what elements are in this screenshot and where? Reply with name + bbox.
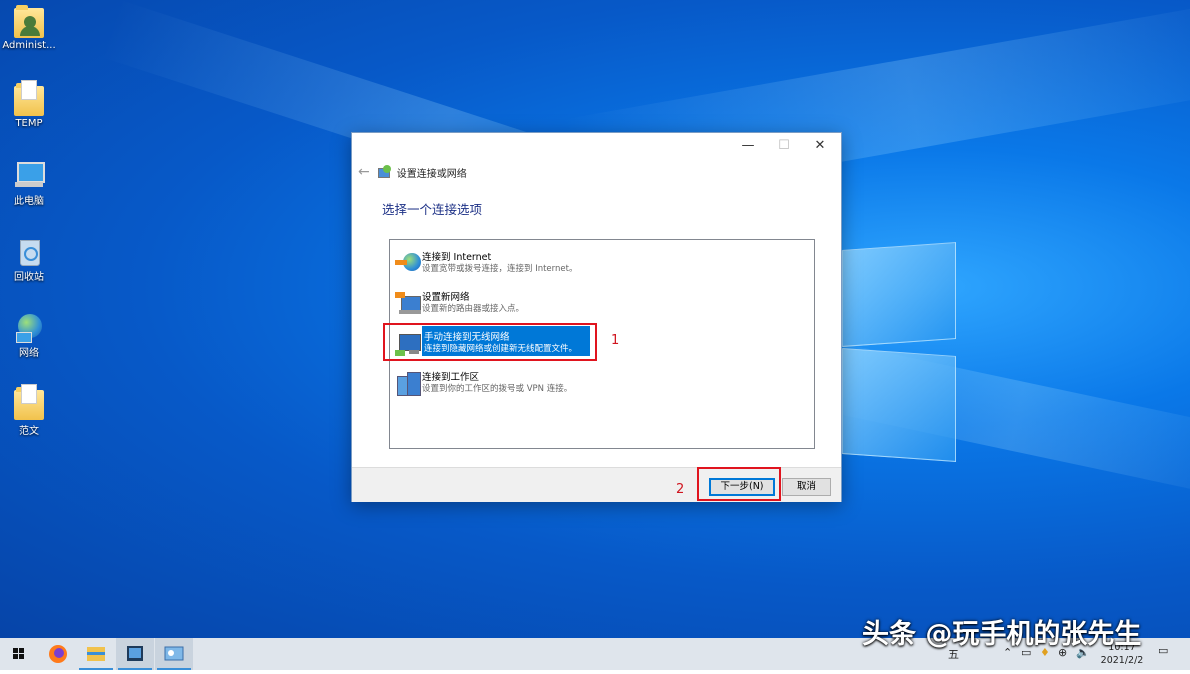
desktop-icon-fanwen[interactable]: 范文 bbox=[2, 384, 56, 437]
new-network-icon bbox=[395, 290, 421, 316]
taskbar-firefox[interactable] bbox=[39, 638, 77, 670]
desktop-icon-network[interactable]: 网络 bbox=[2, 312, 56, 359]
maximize-button[interactable]: ☐ bbox=[766, 135, 802, 157]
computer-icon bbox=[14, 160, 45, 190]
start-button[interactable] bbox=[0, 638, 38, 670]
watermark: 头条 @玩手机的张先生 bbox=[862, 619, 1142, 650]
app-window-icon bbox=[127, 646, 143, 661]
page-heading: 选择一个连接选项 bbox=[382, 202, 483, 217]
back-arrow-icon[interactable]: ← bbox=[358, 164, 370, 180]
option-new-network[interactable]: 设置新网络 设置新的路由器或接入点。 bbox=[393, 286, 811, 322]
cancel-button[interactable]: 取消 bbox=[782, 478, 831, 496]
network-globe-icon bbox=[14, 312, 44, 343]
folder-icon bbox=[14, 384, 44, 420]
taskbar-app-window[interactable] bbox=[116, 638, 154, 670]
annotation-box-2 bbox=[697, 467, 781, 501]
annotation-marker-2: 2 bbox=[676, 482, 685, 497]
setup-connection-dialog: — ☐ ✕ ← 设置连接或网络 选择一个连接选项 连接到 Internet 设置… bbox=[351, 132, 842, 502]
notification-icon[interactable]: ▭ bbox=[1158, 644, 1168, 657]
window-title: 设置连接或网络 bbox=[396, 168, 467, 180]
minimize-button[interactable]: — bbox=[730, 135, 766, 157]
control-panel-icon bbox=[164, 646, 184, 661]
annotation-marker-1: 1 bbox=[611, 333, 620, 348]
internet-globe-icon bbox=[395, 250, 421, 276]
recycle-bin-icon bbox=[14, 236, 44, 266]
windows-start-icon bbox=[13, 648, 24, 659]
taskbar-file-explorer[interactable] bbox=[77, 638, 115, 670]
firefox-icon bbox=[49, 645, 67, 663]
navigation-bar: ← 设置连接或网络 bbox=[358, 161, 467, 183]
annotation-box-1 bbox=[383, 323, 597, 361]
desktop-icon-temp[interactable]: TEMP bbox=[2, 80, 56, 129]
folder-icon bbox=[14, 80, 44, 116]
desktop-icon-administrator[interactable]: Administ... bbox=[2, 5, 56, 51]
workplace-icon bbox=[395, 370, 421, 396]
close-button[interactable]: ✕ bbox=[802, 135, 838, 157]
option-connect-internet[interactable]: 连接到 Internet 设置宽带或拨号连接，连接到 Internet。 bbox=[393, 246, 811, 282]
desktop-icon-this-pc[interactable]: 此电脑 bbox=[2, 160, 56, 207]
taskbar-control-panel[interactable] bbox=[155, 638, 193, 670]
desktop-icon-recycle-bin[interactable]: 回收站 bbox=[2, 236, 56, 283]
user-folder-icon bbox=[14, 5, 44, 38]
windows-logo-pane bbox=[842, 348, 956, 462]
option-connect-workplace[interactable]: 连接到工作区 设置到你的工作区的拨号或 VPN 连接。 bbox=[393, 366, 811, 402]
title-bar[interactable]: — ☐ ✕ bbox=[352, 133, 841, 157]
windows-logo-pane bbox=[842, 242, 956, 347]
file-explorer-icon bbox=[87, 647, 105, 661]
network-setup-icon bbox=[377, 165, 392, 179]
